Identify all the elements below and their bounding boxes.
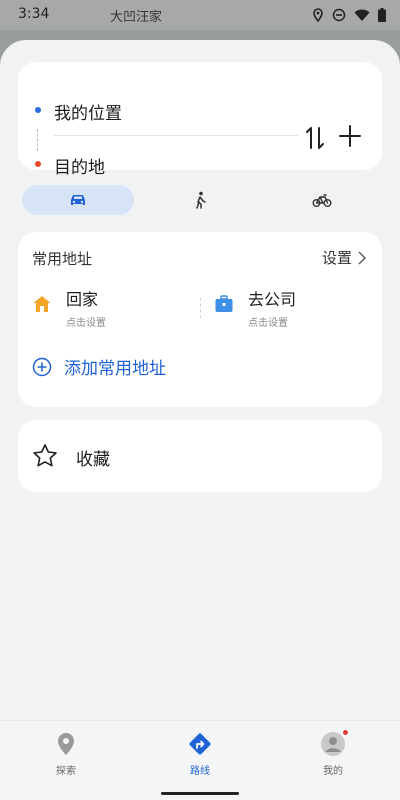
tab-walk[interactable] <box>144 185 256 215</box>
add-circle-icon <box>32 357 52 376</box>
map-place-label: 大凹汪家 <box>110 10 163 25</box>
nav-route-label: 路线 <box>190 766 210 777</box>
swap-icon <box>306 127 324 149</box>
work-subtitle: 点击设置 <box>248 318 288 329</box>
favorites-label: 收藏 <box>76 450 110 470</box>
frequent-settings-button[interactable]: 设置 <box>322 247 366 268</box>
status-icons <box>312 7 386 26</box>
nav-route[interactable]: 路线 <box>160 731 240 777</box>
explore-pin-icon <box>53 731 79 757</box>
origin-field[interactable]: 我的位置 <box>54 99 122 124</box>
settings-label: 设置 <box>321 249 352 267</box>
briefcase-icon <box>215 295 233 312</box>
home-icon <box>33 296 51 312</box>
battery-icon <box>378 7 386 26</box>
bike-icon <box>312 194 332 207</box>
origin-dot <box>35 107 41 113</box>
chevron-right-icon <box>358 251 366 264</box>
address-divider <box>200 298 201 318</box>
nav-me[interactable]: 我的 <box>293 729 373 777</box>
star-icon <box>33 444 57 467</box>
travel-mode-tabs <box>22 185 378 215</box>
nav-explore[interactable]: 探索 <box>26 731 106 777</box>
home-title: 回家 <box>66 290 99 309</box>
destination-dot <box>35 161 41 167</box>
route-icon <box>187 731 213 757</box>
route-connector <box>37 129 38 151</box>
car-icon <box>71 195 85 205</box>
favorites-card[interactable]: 收藏 <box>18 420 382 492</box>
status-time: 3:34 <box>18 6 50 22</box>
home-subtitle: 点击设置 <box>66 318 106 329</box>
wifi-icon <box>354 7 370 26</box>
add-waypoint-button[interactable] <box>338 124 362 148</box>
destination-field[interactable]: 目的地 <box>54 153 105 178</box>
location-icon <box>312 7 324 26</box>
avatar-icon <box>320 729 349 757</box>
do-not-disturb-icon <box>332 7 346 26</box>
work-title: 去公司 <box>248 290 297 309</box>
bottom-nav: 探索 路线 我的 <box>0 720 400 800</box>
add-frequent-address-button[interactable]: 添加常用地址 <box>32 354 166 379</box>
frequent-addresses-title: 常用地址 <box>32 250 93 268</box>
home-indicator[interactable] <box>161 792 239 795</box>
status-bar: 3:34 大凹汪家 <box>0 0 400 30</box>
walk-icon <box>196 191 206 209</box>
nav-explore-label: 探索 <box>56 766 76 777</box>
notification-badge <box>342 729 349 736</box>
tab-drive[interactable] <box>22 185 134 215</box>
route-input-card: 我的位置 目的地 <box>18 62 382 178</box>
route-divider <box>54 135 298 136</box>
tab-bike[interactable] <box>266 185 378 215</box>
bottom-sheet: 我的位置 目的地 常用地址 设置 回家 点击设置 去公司 点击设置 添加常用地址… <box>0 40 400 800</box>
swap-button[interactable] <box>304 124 326 152</box>
add-frequent-address-label: 添加常用地址 <box>64 359 166 379</box>
nav-me-label: 我的 <box>323 766 343 777</box>
frequent-addresses-card: 常用地址 设置 回家 点击设置 去公司 点击设置 添加常用地址 <box>18 232 382 407</box>
plus-icon <box>339 125 361 147</box>
